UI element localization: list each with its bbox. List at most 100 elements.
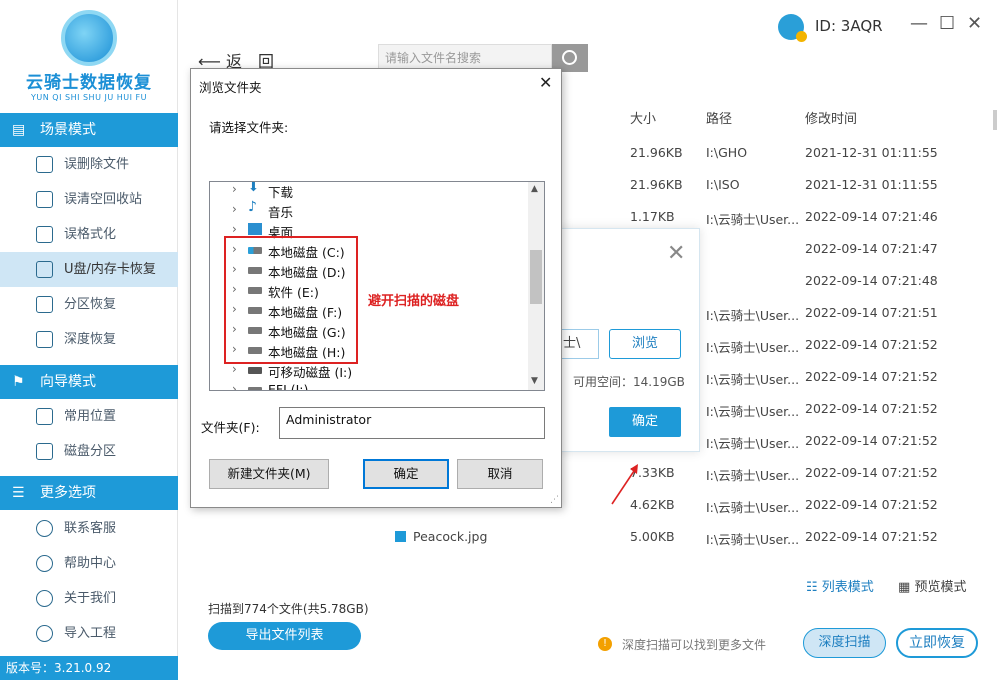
scroll-down-icon[interactable]: ▼ [531, 376, 538, 386]
close-icon[interactable]: ✕ [967, 14, 982, 34]
cell-time: 2022-09-14 07:21:52 [805, 369, 938, 384]
minimize-icon[interactable]: — [910, 14, 928, 34]
resize-grip-icon[interactable]: ⋰ [550, 495, 559, 505]
menu-icon: ☰ [12, 485, 25, 501]
tree-item[interactable]: › ⬇ 下载 [210, 181, 526, 200]
sidebar-item-contact[interactable]: 联系客服 [0, 511, 178, 546]
annotation-arrow [611, 464, 638, 505]
cell-path: I:\云骑士\User... [706, 436, 800, 451]
sidebar-item-label: 误格式化 [64, 227, 117, 242]
folder-input[interactable]: Administrator [279, 407, 545, 439]
column-header-size[interactable]: 大小 [630, 108, 656, 127]
cell-time: 2022-09-14 07:21:52 [805, 529, 938, 544]
sidebar-item-about[interactable]: 关于我们 [0, 581, 178, 616]
chevron-right-icon[interactable]: › [232, 382, 237, 390]
tree-item-label: 可移动磁盘 (I:) [268, 365, 353, 380]
dialog-ok-button[interactable]: 确定 [363, 459, 449, 489]
cell-path: I:\云骑士\User... [706, 404, 800, 419]
list-mode-toggle[interactable]: ☷ 列表模式 [806, 576, 874, 595]
sidebar-item-recycle-bin[interactable]: 误清空回收站 [0, 182, 178, 217]
tree-item-label: 音乐 [268, 205, 294, 220]
cell-path: I:\云骑士\User... [706, 500, 800, 515]
recycle-bin-icon [36, 191, 53, 208]
browse-button[interactable]: 浏览 [609, 329, 681, 359]
sidebar-item-usb-card[interactable]: U盘/内存卡恢复 [0, 252, 178, 287]
sidebar-item-partition[interactable]: 分区恢复 [0, 287, 178, 322]
sidebar-item-label: U盘/内存卡恢复 [64, 262, 156, 277]
folder-field-label: 文件夹(F): [201, 420, 260, 435]
recover-now-button[interactable]: 立即恢复 [896, 628, 978, 658]
version-label: 版本号：3.21.0.92 [0, 656, 178, 680]
export-list-button[interactable]: 导出文件列表 [208, 622, 361, 650]
sidebar-item-label: 联系客服 [64, 521, 117, 536]
preview-mode-toggle[interactable]: ▦ 预览模式 [898, 576, 966, 595]
sidebar-item-help[interactable]: 帮助中心 [0, 546, 178, 581]
sidebar-item-import[interactable]: 导入工程 [0, 616, 178, 651]
list-mode-label: 列表模式 [821, 580, 874, 595]
sidebar-item-deep[interactable]: 深度恢复 [0, 322, 178, 357]
app-logo: 云骑士数据恢复 YUN QI SHI SHU JU HUI FU [0, 10, 178, 102]
download-icon: ⬇ [248, 181, 259, 195]
tree-item[interactable]: › ♪ 音乐 [210, 199, 526, 220]
sidebar: 云骑士数据恢复 YUN QI SHI SHU JU HUI FU ▤ 场景模式 … [0, 0, 178, 680]
table-row[interactable]: 21.96KB I:\GHO 2021-12-31 01:11:55 [560, 136, 990, 168]
chevron-right-icon[interactable]: › [232, 182, 237, 196]
table-row[interactable]: 21.96KB I:\ISO 2021-12-31 01:11:55 [560, 168, 990, 200]
scroll-thumb[interactable] [530, 250, 542, 304]
save-location-popup: ✕ 士\ 浏览 可用空间：14.19GB 确定 [548, 228, 700, 452]
section-more-options[interactable]: ☰ 更多选项 [0, 476, 178, 510]
column-header-path[interactable]: 路径 [706, 108, 732, 127]
sidebar-item-common-locations[interactable]: 常用位置 [0, 399, 178, 434]
column-header-time[interactable]: 修改时间 [805, 108, 857, 127]
cell-time: 2022-09-14 07:21:52 [805, 465, 938, 480]
avatar[interactable] [778, 14, 807, 42]
new-folder-button[interactable]: 新建文件夹(M) [209, 459, 329, 489]
table-row[interactable]: Peacock.jpg 5.00KB I:\云骑士\User... 2022-09-1… [395, 520, 990, 552]
section-wizard-mode[interactable]: ⚑ 向导模式 [0, 365, 178, 399]
dialog-cancel-button[interactable]: 取消 [457, 459, 543, 489]
disk-icon [36, 443, 53, 460]
cell-name: Peacock.jpg [413, 529, 488, 544]
windows-icon [36, 408, 53, 425]
maximize-icon[interactable]: ☐ [939, 14, 955, 34]
cell-size: 21.96KB [630, 177, 683, 192]
cell-time: 2022-09-14 07:21:48 [805, 273, 938, 288]
cell-path: I:\GHO [706, 145, 748, 160]
section-scene-mode[interactable]: ▤ 场景模式 [0, 113, 178, 147]
sidebar-item-deleted-files[interactable]: 误删除文件 [0, 147, 178, 182]
import-icon [36, 625, 53, 642]
sidebar-item-format[interactable]: 误格式化 [0, 217, 178, 252]
dialog-title: 浏览文件夹 [199, 80, 262, 95]
sidebar-item-disk-partition[interactable]: 磁盘分区 [0, 434, 178, 469]
tree-item[interactable]: › EFI (J:) [210, 380, 526, 390]
sidebar-item-label: 磁盘分区 [64, 444, 117, 459]
preview-mode-label: 预览模式 [914, 580, 967, 595]
close-icon[interactable]: ✕ [667, 241, 685, 266]
cell-time: 2021-12-31 01:11:55 [805, 145, 938, 160]
chevron-right-icon[interactable]: › [232, 202, 237, 216]
deleted-file-icon [36, 156, 53, 173]
format-icon [36, 226, 53, 243]
cell-path: I:\云骑士\User... [706, 372, 800, 387]
scroll-up-icon[interactable]: ▲ [531, 184, 538, 194]
cell-path: I:\ISO [706, 177, 740, 192]
cell-path: I:\云骑士\User... [706, 308, 800, 323]
tree-scrollbar[interactable]: ▲ ▼ [528, 182, 544, 390]
music-icon: ♪ [248, 199, 257, 215]
sidebar-item-label: 关于我们 [64, 591, 117, 606]
cell-time: 2022-09-14 07:21:52 [805, 433, 938, 448]
row-checkbox[interactable] [395, 531, 406, 542]
cell-path: I:\云骑士\User... [706, 468, 800, 483]
section-title: 场景模式 [40, 122, 96, 138]
scrollbar[interactable] [993, 110, 997, 130]
section-title: 向导模式 [40, 374, 96, 390]
dialog-prompt: 请选择文件夹: [209, 120, 289, 135]
help-icon [36, 555, 53, 572]
drive-icon [248, 387, 262, 390]
chevron-right-icon[interactable]: › [232, 362, 237, 376]
dialog-close-icon[interactable]: ✕ [539, 73, 552, 92]
popup-ok-button[interactable]: 确定 [609, 407, 681, 437]
deep-scan-button[interactable]: 深度扫描 [803, 628, 886, 658]
cell-size: 1.17KB [630, 209, 675, 224]
chevron-right-icon[interactable]: › [232, 222, 237, 236]
